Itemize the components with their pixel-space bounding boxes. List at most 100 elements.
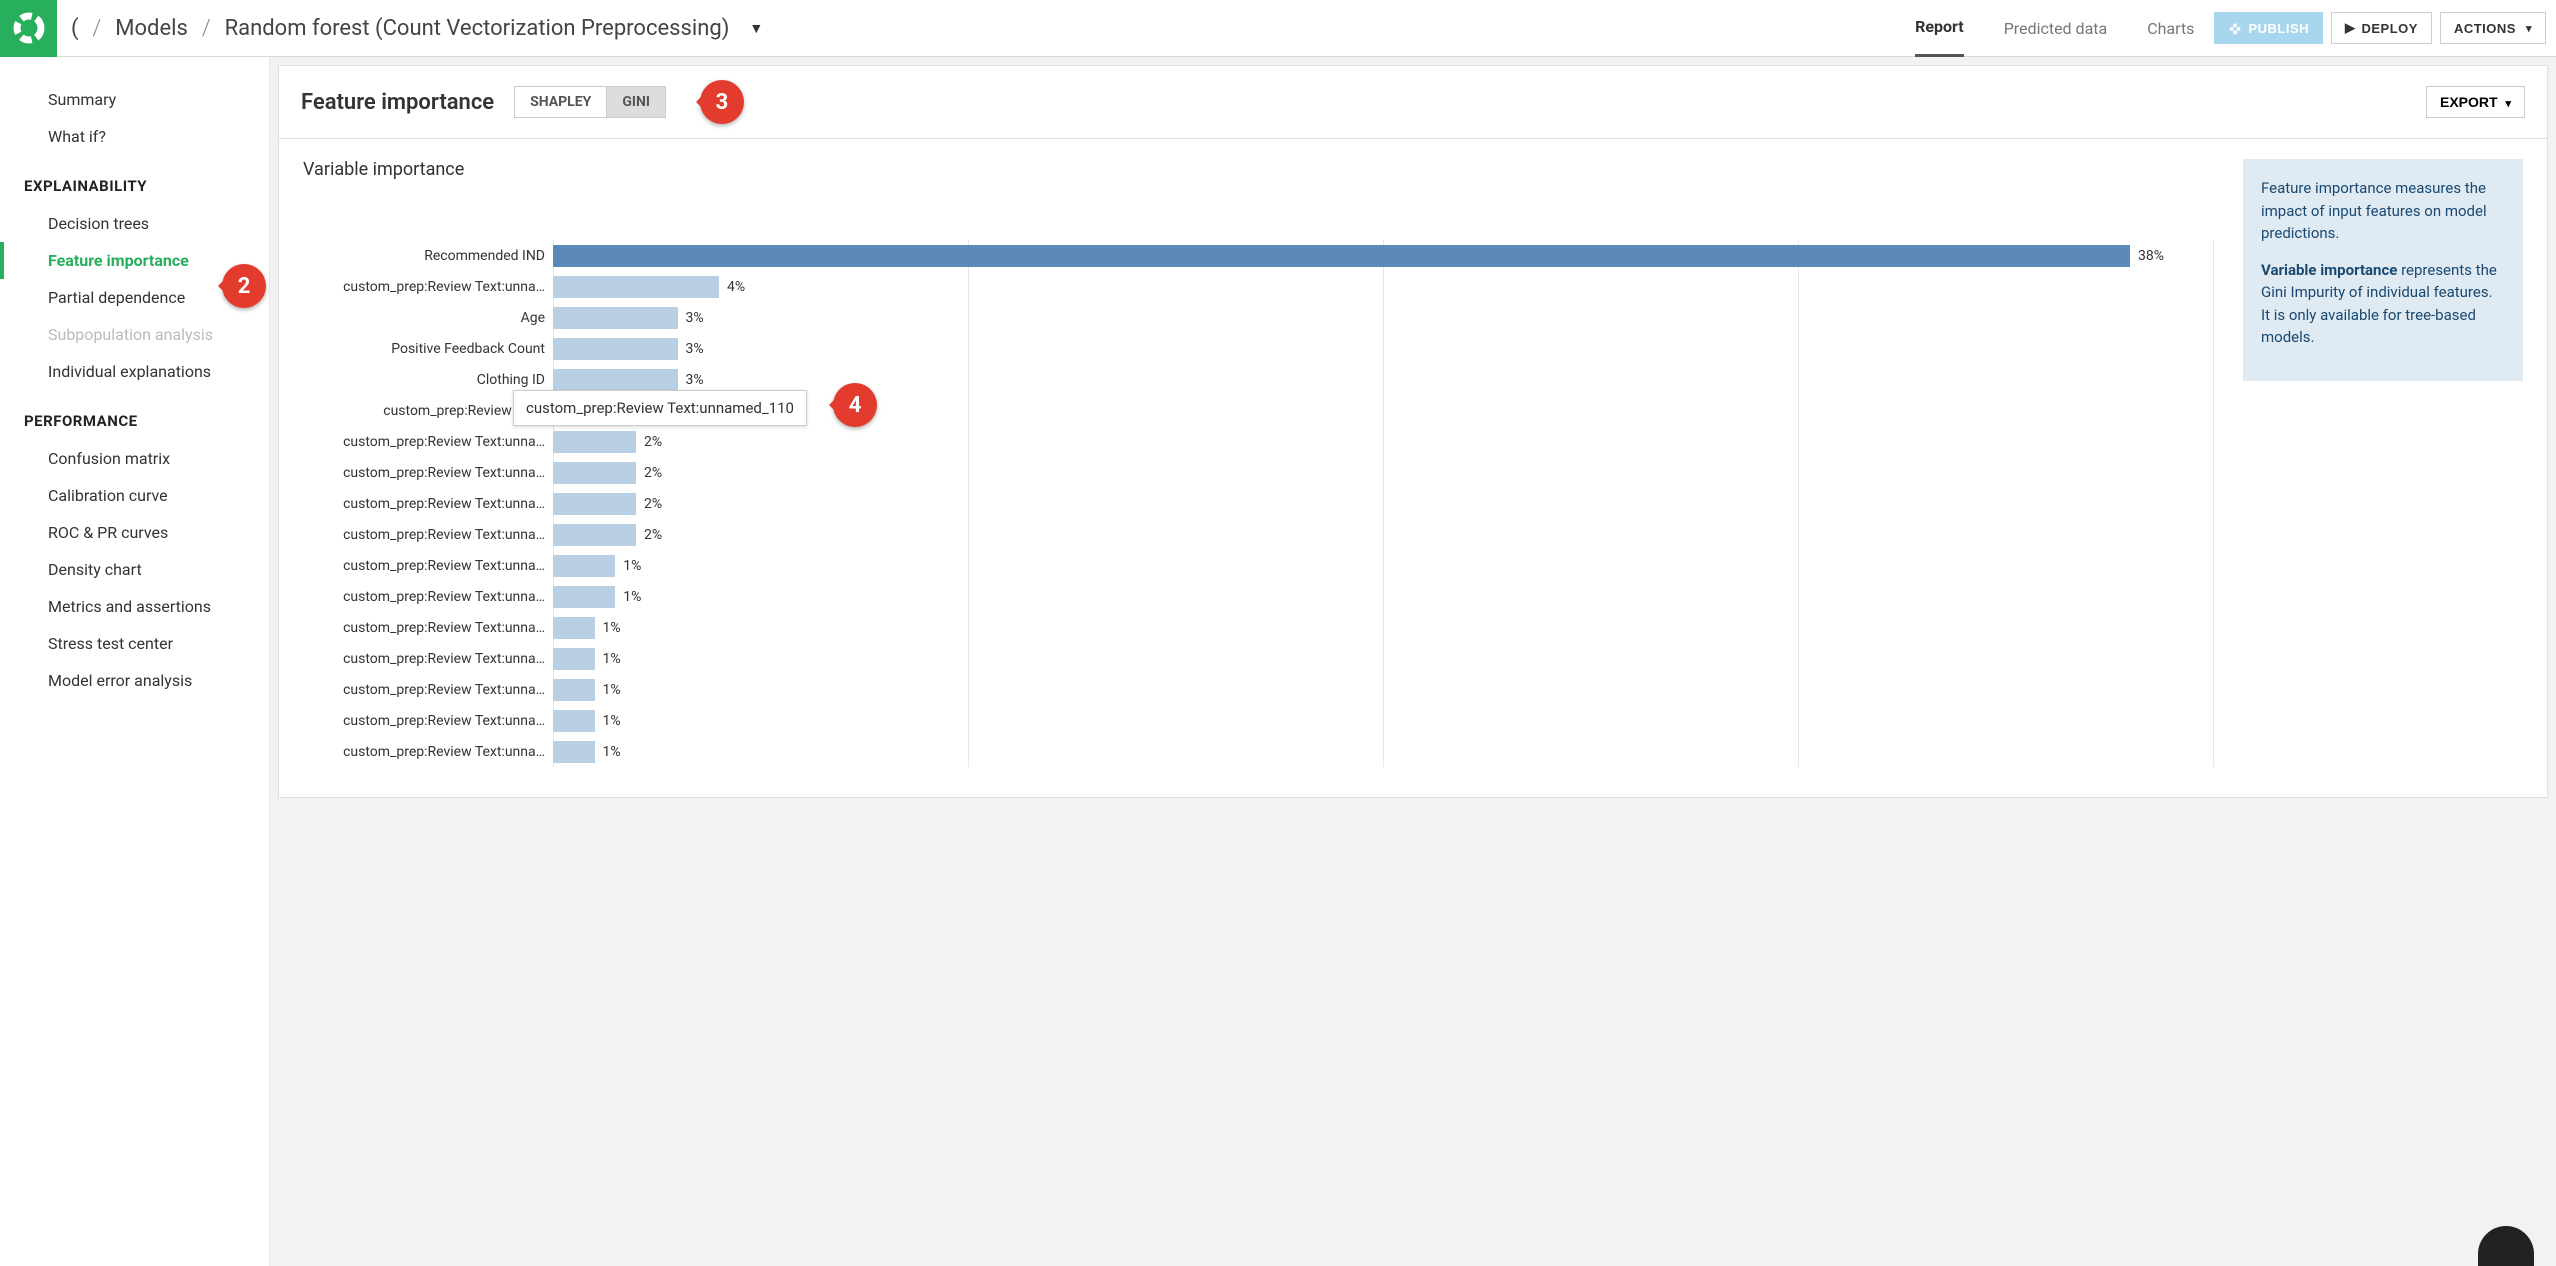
bar-label: Clothing ID [303,372,553,388]
sidebar-item[interactable]: Decision trees [0,205,269,242]
bar [553,307,678,329]
chart-bar-row[interactable]: custom_prep:Review Text:unna…1% [303,736,2213,767]
bar-value: 2% [644,465,662,481]
sidebar-item-whatif[interactable]: What if? [0,118,269,155]
bar-label: custom_prep:Review Text:unna… [303,465,553,481]
publish-icon [2228,21,2242,35]
bar-value: 3% [686,310,704,326]
breadcrumb-current[interactable]: Random forest (Count Vectorization Prepr… [225,16,730,41]
breadcrumb-models[interactable]: Models [115,16,188,41]
bar-value: 4% [727,279,745,295]
bar-label: custom_prep:Review Text:unna… [303,620,553,636]
tab-report[interactable]: Report [1915,0,1964,57]
chart-title: Variable importance [303,159,2213,180]
toggle-gini[interactable]: GINI [606,87,665,117]
bar-value: 38% [2138,248,2164,264]
bar [553,741,595,763]
bar-label: custom_prep:Review Text:unna… [303,589,553,605]
sidebar-item-summary[interactable]: Summary [0,81,269,118]
bar-value: 1% [623,558,641,574]
info-box: Feature importance measures the impact o… [2243,159,2523,381]
sidebar-item: Subpopulation analysis [0,316,269,353]
bar [553,245,2130,267]
bar-value: 2% [644,496,662,512]
bar-value: 1% [603,713,621,729]
tab-charts[interactable]: Charts [2147,1,2194,56]
bar-label: custom_prep:Review Text:unna… [303,527,553,543]
chart-bar-row[interactable]: custom_prep:Review Text:unna… 2% [303,426,2213,457]
chart-bar-row[interactable]: custom_prep:Review Text:unna… 1% [303,612,2213,643]
sidebar-item[interactable]: ROC & PR curves [0,514,269,551]
bar-label: custom_prep:Review Text:unna… [303,558,553,574]
bar-value: 3% [686,372,704,388]
variable-importance-chart: Recommended IND 38% custom_prep:Review Tex… [303,240,2213,767]
chart-bar-row[interactable]: custom_prep:Review Text:unna… 1% [303,643,2213,674]
bar-value: 1% [603,682,621,698]
breadcrumb-root[interactable]: ( [71,16,79,41]
chart-bar-row[interactable]: custom_prep:Review Text:unna… 2% [303,519,2213,550]
bar-label: custom_prep:Review Text:unna… [303,496,553,512]
chart-bar-row[interactable]: custom_prep:Review Text:unna… 1% [303,705,2213,736]
chart-bar-row[interactable]: custom_prep:Review Text:unna… 1% [303,674,2213,705]
bar-value: 2% [644,527,662,543]
chart-bar-row[interactable]: custom_prep:Review Text:unna… 2% [303,457,2213,488]
callout-3: 3 [700,80,744,124]
callout-2: 2 [222,264,266,308]
chart-bar-row[interactable]: custom_prep:Review Text:unna… 4% [303,271,2213,302]
bar [553,524,636,546]
bar-label: custom_prep:Review Text:unna… [303,279,553,295]
chart-bar-row[interactable]: custom_prep:Review Text:unna… 1% [303,550,2213,581]
chart-bar-row[interactable]: Recommended IND 38% [303,240,2213,271]
bar-label: custom_prep:Review Text:unna… [303,651,553,667]
export-button[interactable]: EXPORT [2426,86,2525,118]
bar-label: Age [303,310,553,326]
bar-value: 1% [623,589,641,605]
bar [553,276,719,298]
bar-value: 1% [603,651,621,667]
breadcrumb: ( / Models / Random forest (Count Vector… [57,16,1895,41]
sidebar-section-performance: PERFORMANCE [0,390,269,440]
method-toggle: SHAPLEY GINI [514,86,666,118]
publish-button[interactable]: PUBLISH [2214,12,2323,44]
bar-label: custom_prep:Review Text:unna… [303,713,553,729]
bar-label: Recommended IND [303,248,553,264]
chart-bar-row[interactable]: Age 3% [303,302,2213,333]
sidebar-section-explainability: EXPLAINABILITY [0,155,269,205]
sidebar-item[interactable]: Metrics and assertions [0,588,269,625]
bar [553,679,595,701]
bar [553,369,678,391]
bar [553,493,636,515]
sidebar-item[interactable]: Model error analysis [0,662,269,699]
bar-value: 2% [644,434,662,450]
bar [553,710,595,732]
bar-value: 1% [603,620,621,636]
toggle-shapley[interactable]: SHAPLEY [515,87,606,117]
sidebar-item[interactable]: Confusion matrix [0,440,269,477]
bar [553,586,615,608]
bar-label: custom_prep:Review Text:unna… [303,434,553,450]
deploy-button[interactable]: ▶ DEPLOY [2331,12,2432,44]
bar [553,431,636,453]
app-logo[interactable] [0,0,57,57]
tab-predicted-data[interactable]: Predicted data [2004,1,2108,56]
breadcrumb-dropdown[interactable]: ▼ [743,20,769,37]
top-tabs: Report Predicted data Charts [1895,0,2214,57]
bar [553,555,615,577]
bar [553,648,595,670]
bar [553,462,636,484]
bar-label: custom_prep:Review Text:unna… [303,682,553,698]
sidebar-item[interactable]: Calibration curve [0,477,269,514]
bar [553,338,678,360]
chart-bar-row[interactable]: Positive Feedback Count3% [303,333,2213,364]
sidebar-item[interactable]: Individual explanations [0,353,269,390]
sidebar: Summary What if? EXPLAINABILITY Decision… [0,57,270,1266]
bar-value: 1% [603,744,621,760]
chart-bar-row[interactable]: custom_prep:Review Text:unna… 2% [303,488,2213,519]
bar [553,617,595,639]
bar-label: Positive Feedback Count [303,341,553,357]
actions-button[interactable]: ACTIONS [2440,12,2546,44]
sidebar-item[interactable]: Density chart [0,551,269,588]
sidebar-item[interactable]: Stress test center [0,625,269,662]
bar-tooltip: custom_prep:Review Text:unnamed_110 [513,390,807,426]
chart-bar-row[interactable]: custom_prep:Review Text:unna… 1% [303,581,2213,612]
